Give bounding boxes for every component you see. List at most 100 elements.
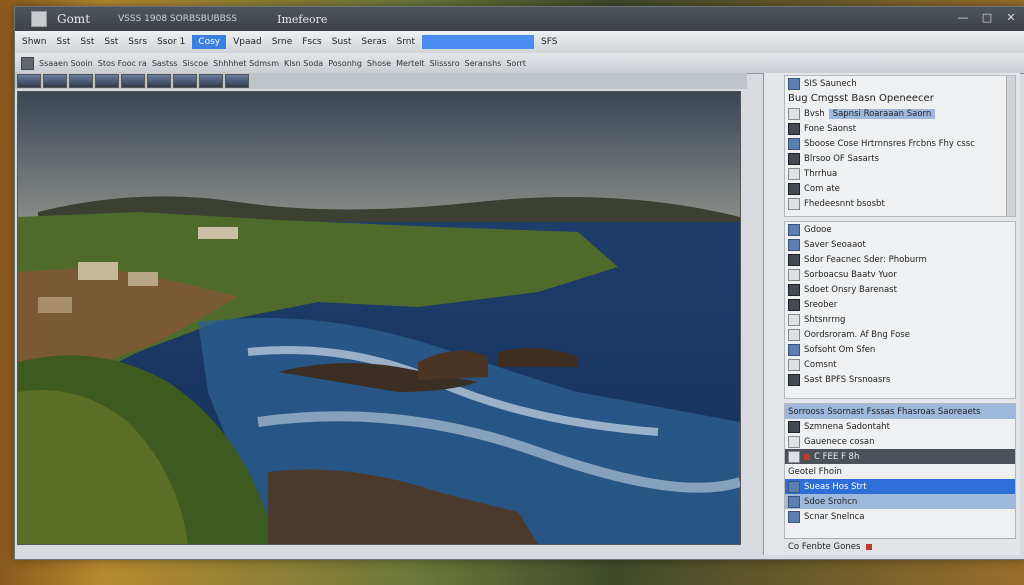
thumbnail-strip xyxy=(15,73,747,89)
editor-window: Gomt VSSS 1908 SORBSBUBBSS Imefeore — □ … xyxy=(14,6,1024,560)
thumbnail[interactable] xyxy=(225,74,249,88)
menu-item-0[interactable]: Shwn xyxy=(19,36,49,48)
panel-title: Bug Cmgsst Basn Openeecer xyxy=(788,93,934,104)
layer-header: Geotel Fhoin xyxy=(788,466,842,477)
layer-icon xyxy=(788,343,800,356)
menu-item-7[interactable]: Vpaad xyxy=(230,36,265,48)
layer-row[interactable]: Szmnena Sadontaht xyxy=(785,419,1015,434)
toolbar-item-10[interactable]: Seranshs xyxy=(465,59,502,68)
layer-row[interactable]: Gauenece cosan xyxy=(785,434,1015,449)
layer-thumb-icon xyxy=(788,420,800,433)
thumbnail[interactable] xyxy=(199,74,223,88)
list-item-label: Com ate xyxy=(804,183,840,194)
list-item[interactable]: Shtsnrrng xyxy=(785,312,1015,327)
maximize-button[interactable]: □ xyxy=(979,11,995,25)
thumbnail[interactable] xyxy=(43,74,67,88)
toolbar-item-11[interactable]: Sorrt xyxy=(506,59,526,68)
menu-item-11[interactable]: Seras xyxy=(358,36,389,48)
layer-icon xyxy=(788,122,800,135)
highlighted-row[interactable]: Sorrooss Ssornast Fsssas Fhasroas Saorea… xyxy=(785,404,1015,419)
menu-item-10[interactable]: Sust xyxy=(329,36,355,48)
list-item-label: Gdooe xyxy=(804,224,832,235)
list-item[interactable]: Com ate xyxy=(785,181,1015,196)
close-button[interactable]: ✕ xyxy=(1003,11,1019,25)
list-item[interactable]: Thrrhua xyxy=(785,166,1015,181)
list-item-label: Fhedeesnnt bsosbt xyxy=(804,198,885,209)
list-item-label: Fone Saonst xyxy=(804,123,857,134)
tool-square-icon[interactable] xyxy=(21,56,34,70)
thumbnail[interactable] xyxy=(173,74,197,88)
toolbar-item-7[interactable]: Shose xyxy=(367,59,391,68)
thumbnail[interactable] xyxy=(95,74,119,88)
layer-thumb-icon xyxy=(788,435,800,448)
layer-icon xyxy=(788,313,800,326)
toolbar-item-2[interactable]: Sastss xyxy=(152,59,178,68)
list-item[interactable]: Blrsoo OF Sasarts xyxy=(785,151,1015,166)
toolbar-item-6[interactable]: Posonhg xyxy=(328,59,362,68)
menu-item-3[interactable]: Sst xyxy=(101,36,121,48)
list-item[interactable]: Sast BPFS Srsnoasrs xyxy=(785,372,1015,387)
list-item-label: Shtsnrrng xyxy=(804,314,846,325)
toolbar-item-8[interactable]: Mertelt xyxy=(396,59,425,68)
toolbar-item-3[interactable]: Siscoe xyxy=(182,59,208,68)
panel-section-middle: Gdooe Saver Seoaaot Sdor Feacnec Sder: P… xyxy=(784,221,1016,399)
layer-row[interactable]: Sdoe Srohcn xyxy=(785,494,1015,509)
selected-layer-row[interactable]: Sueas Hos Strt xyxy=(785,479,1015,494)
list-item[interactable]: Fone Saonst xyxy=(785,121,1015,136)
menu-item-1[interactable]: Sst xyxy=(53,36,73,48)
coastal-landscape-photo xyxy=(18,92,740,544)
dark-toolbar-row[interactable]: C FEE F 8h xyxy=(785,449,1015,464)
thumbnail[interactable] xyxy=(121,74,145,88)
dark-row-label: C FEE F 8h xyxy=(814,451,860,462)
list-item[interactable]: Sboose Cose Hrtrnnsres Frcbns Fhy cssc xyxy=(785,136,1015,151)
menu-item-9[interactable]: Fscs xyxy=(299,36,325,48)
layer-icon xyxy=(788,298,800,311)
toolbar-item-0[interactable]: Ssaaen Sooin xyxy=(39,59,93,68)
list-item[interactable]: Sreober xyxy=(785,297,1015,312)
toolbar-item-9[interactable]: Slisssro xyxy=(430,59,460,68)
menu-item-8[interactable]: Srne xyxy=(269,36,296,48)
thumbnail[interactable] xyxy=(17,74,41,88)
list-item-label: Thrrhua xyxy=(804,168,838,179)
layer-thumb-icon xyxy=(788,510,800,523)
menu-item-5[interactable]: Ssor 1 xyxy=(154,36,188,48)
toolbar-item-1[interactable]: Stos Fooc ra xyxy=(98,59,147,68)
list-item[interactable]: Sorboacsu Baatv Yuor xyxy=(785,267,1015,282)
layer-label: Sueas Hos Strt xyxy=(804,481,867,492)
menu-item-2[interactable]: Sst xyxy=(77,36,97,48)
thumbnail[interactable] xyxy=(147,74,171,88)
list-item[interactable]: Sdoet Onsry Barenast xyxy=(785,282,1015,297)
menu-right-label[interactable]: SFS xyxy=(538,36,560,48)
list-item-label: Oordsroram. Af Bng Fose xyxy=(804,329,910,340)
list-item[interactable]: Saver Seoaaot xyxy=(785,237,1015,252)
list-item[interactable]: Oordsroram. Af Bng Fose xyxy=(785,327,1015,342)
panel-header: SIS Saunech xyxy=(804,78,857,89)
list-item[interactable]: Comsnt xyxy=(785,357,1015,372)
menu-item-12[interactable]: Srnt xyxy=(394,36,419,48)
status-text: Co Fenbte Gones xyxy=(788,542,861,552)
thumbnail[interactable] xyxy=(69,74,93,88)
list-item[interactable]: Sofsoht Om Sfen xyxy=(785,342,1015,357)
list-item-label: Blrsoo OF Sasarts xyxy=(804,153,879,164)
menu-item-6[interactable]: Cosy xyxy=(192,35,227,49)
highlighted-row-label: Sorrooss Ssornast Fsssas Fhasroas Saorea… xyxy=(788,406,981,417)
search-input[interactable]: Sapnsi Roaraaan Saorn xyxy=(828,108,936,119)
image-canvas[interactable] xyxy=(17,91,741,545)
list-item-label: Sdoet Onsry Barenast xyxy=(804,284,897,295)
toolbar-item-5[interactable]: Klsn Soda xyxy=(284,59,323,68)
minimize-button[interactable]: — xyxy=(955,11,971,25)
list-item[interactable]: Sdor Feacnec Sder: Phoburm xyxy=(785,252,1015,267)
toolbar-item-4[interactable]: Shhhhet Sdmsm xyxy=(213,59,279,68)
search-row: Bvsh Sapnsi Roaraaan Saorn xyxy=(785,106,1015,121)
app-subtitle: VSSS 1908 SORBSBUBBSS xyxy=(118,14,238,24)
app-icon xyxy=(31,11,47,27)
menu-item-4[interactable]: Ssrs xyxy=(125,36,150,48)
layer-row[interactable]: Scnar Snelnca xyxy=(785,509,1015,524)
panel-title-row: Bug Cmgsst Basn Openeecer xyxy=(785,91,1015,106)
active-menu-highlight[interactable] xyxy=(422,35,535,49)
list-item[interactable]: Gdooe xyxy=(785,222,1015,237)
list-item[interactable]: Fhedeesnnt bsosbt xyxy=(785,196,1015,211)
layer-thumb-icon xyxy=(788,495,800,508)
panel-scrollbar[interactable] xyxy=(1006,76,1015,216)
search-icon[interactable] xyxy=(788,107,800,120)
